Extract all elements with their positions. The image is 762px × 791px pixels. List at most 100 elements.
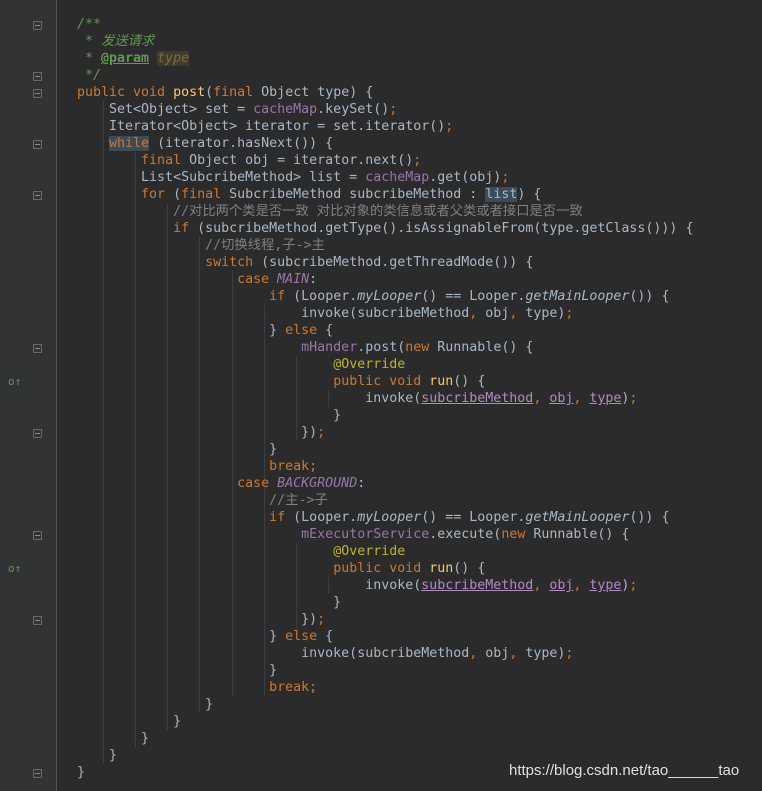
code-token: } xyxy=(77,697,214,712)
code-token: , xyxy=(533,391,550,406)
code-line[interactable]: invoke(subcribeMethod, obj, type); xyxy=(77,390,762,407)
code-line[interactable]: @Override xyxy=(77,543,762,560)
editor-gutter: o↑ o↑ xyxy=(0,0,57,791)
code-line[interactable]: switch (subcribeMethod.getThreadMode()) … xyxy=(77,254,762,271)
code-line[interactable]: public void post(final Object type) { xyxy=(77,84,762,101)
code-line[interactable]: * @param type xyxy=(77,50,762,67)
override-method-icon[interactable]: o↑ xyxy=(8,563,21,575)
code-line[interactable]: Set<Object> set = cacheMap.keySet(); xyxy=(77,101,762,118)
code-token: public void xyxy=(333,561,430,576)
code-line[interactable]: public void run() { xyxy=(77,560,762,577)
code-token: switch xyxy=(205,255,262,270)
override-method-icon[interactable]: o↑ xyxy=(8,376,21,388)
code-token: mExecutorService xyxy=(301,527,430,542)
code-token: ; xyxy=(629,391,638,406)
code-token: } xyxy=(77,748,118,763)
code-token: , xyxy=(469,306,486,321)
code-token: case xyxy=(237,272,278,287)
fold-marker-icon[interactable] xyxy=(33,191,42,200)
fold-marker-icon[interactable] xyxy=(33,344,42,353)
code-token: } xyxy=(77,731,150,746)
code-line[interactable]: //主->子 xyxy=(77,492,762,509)
code-line[interactable]: */ xyxy=(77,67,762,84)
code-line[interactable]: }); xyxy=(77,611,762,628)
fold-marker-icon[interactable] xyxy=(33,769,42,778)
code-line[interactable]: mExecutorService.execute(new Runnable() … xyxy=(77,526,762,543)
code-token: obj xyxy=(485,646,510,661)
code-line[interactable]: invoke(subcribeMethod, obj, type); xyxy=(77,645,762,662)
code-line[interactable]: final Object obj = iterator.next(); xyxy=(77,152,762,169)
code-token: Set<Object> set = xyxy=(77,102,254,117)
code-token: type xyxy=(589,391,622,406)
code-token: type) xyxy=(525,306,566,321)
code-line[interactable]: mHander.post(new Runnable() { xyxy=(77,339,762,356)
code-line[interactable]: //对比两个类是否一致 对比对象的类信息或者父类或者接口是否一致 xyxy=(77,203,762,220)
code-token: } xyxy=(77,714,182,729)
code-line[interactable]: @Override xyxy=(77,356,762,373)
fold-marker-icon[interactable] xyxy=(33,72,42,81)
code-line[interactable]: List<SubcribeMethod> list = cacheMap.get… xyxy=(77,169,762,186)
code-token: //对比两个类是否一致 对比对象的类信息或者父类或者接口是否一致 xyxy=(173,204,583,219)
code-line[interactable]: public void run() { xyxy=(77,373,762,390)
code-line[interactable]: } else { xyxy=(77,628,762,645)
code-line[interactable]: } xyxy=(77,594,762,611)
code-line[interactable]: } xyxy=(77,696,762,713)
code-line[interactable]: Iterator<Object> iterator = set.iterator… xyxy=(77,118,762,135)
code-token: new xyxy=(405,340,438,355)
code-line[interactable]: case MAIN: xyxy=(77,271,762,288)
code-token: ; xyxy=(445,119,454,134)
code-token: .get(obj) xyxy=(429,170,502,185)
code-line[interactable]: invoke(subcribeMethod, obj, type); xyxy=(77,577,762,594)
code-line[interactable]: } xyxy=(77,441,762,458)
code-token: ; xyxy=(565,306,574,321)
code-token: { xyxy=(325,629,334,644)
code-line[interactable]: /** xyxy=(77,16,762,33)
code-line[interactable]: }); xyxy=(77,424,762,441)
code-line[interactable]: } xyxy=(77,730,762,747)
code-line[interactable]: case BACKGROUND: xyxy=(77,475,762,492)
code-line[interactable]: break; xyxy=(77,679,762,696)
fold-marker-icon[interactable] xyxy=(33,616,42,625)
code-line[interactable]: } xyxy=(77,662,762,679)
code-token: ; xyxy=(565,646,574,661)
code-token: ()) { xyxy=(629,510,670,525)
code-line[interactable]: invoke(subcribeMethod, obj, type); xyxy=(77,305,762,322)
code-token: MAIN xyxy=(277,272,310,287)
fold-marker-icon[interactable] xyxy=(33,140,42,149)
code-token: (subcribeMethod.getType().isAssignableFr… xyxy=(197,221,694,236)
watermark: https://blog.csdn.net/tao______tao xyxy=(509,762,740,779)
code-line[interactable]: break; xyxy=(77,458,762,475)
code-line[interactable]: if (Looper.myLooper() == Looper.getMainL… xyxy=(77,509,762,526)
code-line[interactable]: } else { xyxy=(77,322,762,339)
code-token: , xyxy=(573,578,590,593)
code-line[interactable]: while (iterator.hasNext()) { xyxy=(77,135,762,152)
code-line[interactable]: //切换线程,子->主 xyxy=(77,237,762,254)
code-line[interactable]: for (final SubcribeMethod subcribeMethod… xyxy=(77,186,762,203)
code-token: ; xyxy=(413,153,422,168)
fold-marker-icon[interactable] xyxy=(33,429,42,438)
code-token: /** xyxy=(77,17,102,32)
code-token: final xyxy=(213,85,262,100)
code-token: for xyxy=(141,187,174,202)
code-token: obj xyxy=(549,578,574,593)
fold-marker-icon[interactable] xyxy=(33,531,42,540)
code-token: //主->子 xyxy=(269,493,328,508)
code-token: , xyxy=(509,646,526,661)
code-line[interactable]: if (subcribeMethod.getType().isAssignabl… xyxy=(77,220,762,237)
code-line[interactable]: if (Looper.myLooper() == Looper.getMainL… xyxy=(77,288,762,305)
code-token: , xyxy=(469,646,486,661)
fold-marker-icon[interactable] xyxy=(33,21,42,30)
code-line[interactable]: * 发送请求 xyxy=(77,33,762,50)
code-line[interactable]: } xyxy=(77,407,762,424)
code-editor[interactable]: /** * 发送请求 * @param type */public void p… xyxy=(77,16,762,781)
fold-marker-icon[interactable] xyxy=(33,89,42,98)
code-token: }) xyxy=(77,612,318,627)
code-line[interactable]: } xyxy=(77,713,762,730)
